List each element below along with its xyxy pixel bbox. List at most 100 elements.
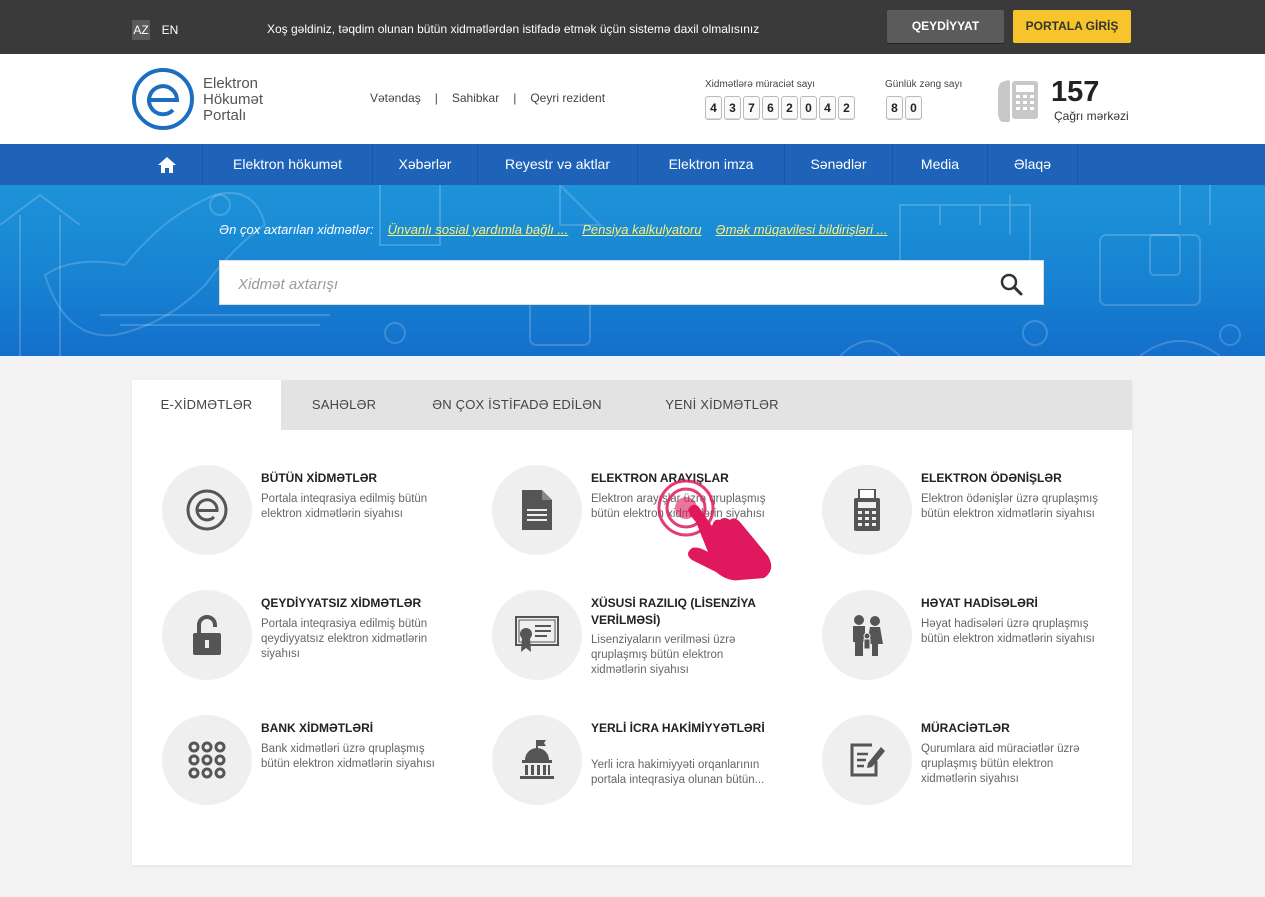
service-icon-circle [492, 590, 582, 680]
popular-label: Ən çox axtarılan xidmətlər: [219, 222, 374, 237]
counter-digit: 0 [905, 96, 922, 120]
e-logo-icon [186, 489, 228, 531]
phone-icon [998, 80, 1038, 122]
document-icon [522, 490, 552, 530]
counter-digit: 6 [762, 96, 779, 120]
services-tabs: E-XİDMƏTLƏR SAHƏLƏR ƏN ÇOX İSTİFADƏ EDİL… [132, 380, 1132, 430]
service-title: BANK XİDMƏTLƏRİ [261, 721, 374, 735]
service-icon-circle [822, 465, 912, 555]
nav-item-contact[interactable]: Əlaqə [987, 144, 1078, 185]
service-title: BÜTÜN XİDMƏTLƏR [261, 471, 378, 485]
nav-item-documents[interactable]: Sənədlər [784, 144, 892, 185]
tab-areas[interactable]: SAHƏLƏR [281, 380, 407, 430]
certificate-icon [515, 616, 559, 652]
service-icon-circle [162, 465, 252, 555]
service-license[interactable]: XÜSUSİ RAZILIQ (LİSENZİYA VERİLMƏSİ) Lis… [492, 590, 802, 685]
service-description: Həyat hadisələri üzrə qruplaşmış bütün e… [921, 618, 1095, 645]
language-az[interactable]: AZ [132, 20, 150, 40]
service-search-box [219, 260, 1044, 305]
service-unregistered[interactable]: QEYDİYYATSIZ XİDMƏTLƏR Portala inteqrasi… [162, 590, 472, 685]
counter-digit: 7 [743, 96, 760, 120]
portal-logo-icon[interactable] [131, 67, 195, 131]
requests-counter: 4 3 7 6 2 0 4 2 [705, 96, 855, 120]
service-icon-circle [162, 715, 252, 805]
counter-digit: 0 [800, 96, 817, 120]
user-type-citizen[interactable]: Vətəndaş [370, 91, 421, 105]
service-title: HƏYAT HADİSƏLƏRİ [921, 596, 1038, 610]
service-description: Yerli icra hakimiyyəti orqanlarının port… [591, 759, 765, 786]
service-title: YERLİ İCRA HAKİMİYYƏTLƏRİ [591, 721, 765, 735]
logo-line: Elektron [203, 75, 259, 92]
service-title: XÜSUSİ RAZILIQ (LİSENZİYA VERİLMƏSİ) [591, 596, 756, 627]
service-e-payments[interactable]: ELEKTRON ÖDƏNİŞLƏR Elektron ödənişlər üz… [822, 465, 1132, 560]
service-icon-circle [162, 590, 252, 680]
edit-document-icon [850, 743, 885, 777]
separator: | [434, 91, 438, 105]
logo-line: Hökumət [203, 91, 264, 108]
tab-new-services[interactable]: YENİ XİDMƏTLƏR [627, 380, 817, 430]
home-icon [158, 156, 176, 173]
service-description: Portala inteqrasiya edilmiş bütün elektr… [261, 493, 428, 520]
service-bank[interactable]: BANK XİDMƏTLƏRİ Bank xidmətləri üzrə qru… [162, 715, 472, 810]
tab-most-used[interactable]: ƏN ÇOX İSTİFADƏ EDİLƏN [407, 380, 627, 430]
nav-item-media[interactable]: Media [892, 144, 987, 185]
nav-item-e-government[interactable]: Elektron hökumət [202, 144, 372, 185]
keypad-icon [188, 741, 226, 779]
popular-link[interactable]: Ünvanlı sosial yardımla bağlı ... [388, 222, 569, 237]
service-appeals[interactable]: MÜRACİƏTLƏR Qurumlara aid müraciətlər üz… [822, 715, 1132, 810]
popular-link[interactable]: Pensiya kalkulyatoru [582, 222, 701, 237]
hero-search-area: Ən çox axtarılan xidmətlər: Ünvanlı sosi… [0, 185, 1265, 356]
counter-digit: 2 [838, 96, 855, 120]
service-description: Qurumlara aid müraciətlər üzrə qruplaşmı… [921, 743, 1080, 785]
logo-line: Portalı [203, 107, 247, 124]
service-all[interactable]: BÜTÜN XİDMƏTLƏR Portala inteqrasiya edil… [162, 465, 472, 560]
language-en[interactable]: EN [160, 20, 180, 40]
tap-pointer-icon [657, 479, 772, 581]
portal-login-button[interactable]: PORTALA GİRİŞ [1013, 10, 1131, 43]
user-type-nonresident[interactable]: Qeyri rezident [530, 91, 605, 105]
separator: | [513, 91, 517, 105]
nav-item-e-signature[interactable]: Elektron imza [637, 144, 784, 185]
counter-digit: 4 [819, 96, 836, 120]
daily-calls-label: Günlük zəng sayı [885, 79, 963, 90]
popular-services: Ən çox axtarılan xidmətlər: Ünvanlı sosi… [219, 222, 887, 237]
service-icon-circle [822, 715, 912, 805]
call-center-label: Çağrı mərkəzi [1054, 109, 1129, 123]
nav-home[interactable] [132, 144, 202, 185]
family-icon [853, 615, 883, 656]
site-header: Elektron Hökumət Portalı Vətəndaş | Sahi… [0, 54, 1265, 144]
top-bar: AZ EN Xoş gəldiniz, təqdim olunan bütün … [0, 0, 1265, 54]
government-building-icon [520, 740, 554, 779]
services-panel: E-XİDMƏTLƏR SAHƏLƏR ƏN ÇOX İSTİFADƏ EDİL… [132, 380, 1132, 865]
calculator-icon [854, 489, 880, 531]
counter-digit: 4 [705, 96, 722, 120]
requests-counter-label: Xidmətlərə müraciət sayı [705, 79, 816, 90]
counter-digit: 8 [886, 96, 903, 120]
service-title: QEYDİYYATSIZ XİDMƏTLƏR [261, 596, 422, 610]
service-description: Lisenziyaların verilməsi üzrə qruplaşmış… [591, 634, 736, 676]
counter-digit: 2 [781, 96, 798, 120]
portal-logo-text[interactable]: Elektron Hökumət Portalı [203, 76, 263, 124]
counter-digit: 3 [724, 96, 741, 120]
service-life-events[interactable]: HƏYAT HADİSƏLƏRİ Həyat hadisələri üzrə q… [822, 590, 1132, 685]
service-title: ELEKTRON ÖDƏNİŞLƏR [921, 471, 1062, 485]
unlock-icon [193, 615, 221, 655]
tab-e-services[interactable]: E-XİDMƏTLƏR [132, 380, 281, 430]
call-center-number[interactable]: 157 [1051, 76, 1099, 108]
main-nav: Elektron hökumət Xəbərlər Reyestr və akt… [0, 144, 1265, 185]
register-button[interactable]: QEYDİYYAT [887, 10, 1004, 43]
welcome-message: Xoş gəldiniz, təqdim olunan bütün xidmət… [267, 22, 760, 36]
service-description: Elektron ödənişlər üzrə qruplaşmış bütün… [921, 493, 1099, 520]
service-description: Bank xidmətləri üzrə qruplaşmış bütün el… [261, 743, 435, 770]
popular-link[interactable]: Əmək müqavilesi bildirişləri ... [716, 222, 888, 237]
search-icon[interactable] [999, 272, 1025, 296]
service-icon-circle [492, 465, 582, 555]
search-input[interactable] [238, 273, 978, 295]
user-type-entrepreneur[interactable]: Sahibkar [452, 91, 499, 105]
nav-item-registry[interactable]: Reyestr və aktlar [477, 144, 637, 185]
user-type-nav: Vətəndaş | Sahibkar | Qeyri rezident [370, 91, 605, 105]
service-local-authorities[interactable]: YERLİ İCRA HAKİMİYYƏTLƏRİ Yerli icra hak… [492, 715, 802, 810]
service-description: Portala inteqrasiya edilmiş bütün qeydiy… [261, 618, 428, 660]
nav-item-news[interactable]: Xəbərlər [372, 144, 477, 185]
service-icon-circle [492, 715, 582, 805]
